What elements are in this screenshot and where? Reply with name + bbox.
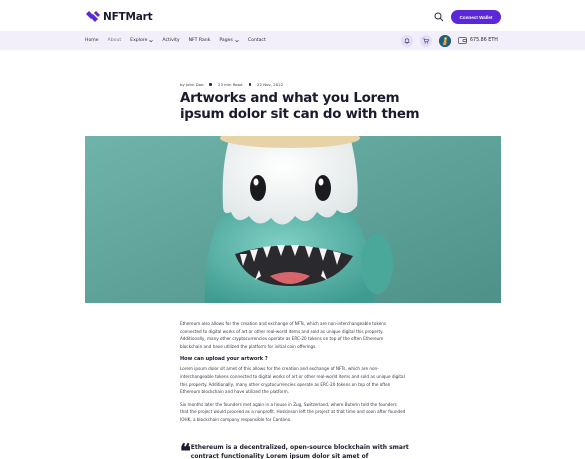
main-nav: Home About Explore Activity NFT Rank Pag… xyxy=(0,31,585,50)
nav-item-nft-rank[interactable]: NFT Rank xyxy=(189,38,211,43)
nav-label: About xyxy=(107,38,122,43)
nav-item-activity[interactable]: Activity xyxy=(162,38,179,43)
logo-icon xyxy=(86,11,100,22)
brand-name: NFTMart xyxy=(103,10,153,23)
wallet-icon xyxy=(458,37,467,44)
avatar-image xyxy=(439,34,451,47)
nav-label: Contact xyxy=(247,38,266,43)
article-title: Artworks and what you Lorem ipsum dolor … xyxy=(180,91,420,122)
nav-item-about[interactable]: About xyxy=(108,38,122,43)
publish-date: 22 Nov, 2022 xyxy=(257,82,284,87)
avatar[interactable] xyxy=(439,34,451,47)
hero-image xyxy=(85,136,501,303)
connect-wallet-button[interactable]: Connect Wallet xyxy=(451,10,501,24)
article-meta: by John Doe 23 min Read 22 Nov, 2022 xyxy=(180,82,283,87)
cart-button[interactable] xyxy=(420,34,432,47)
read-time: 23 min Read xyxy=(217,82,243,87)
nav-label: Home xyxy=(85,38,99,43)
author-name[interactable]: by John Doe xyxy=(180,82,203,87)
article-paragraph: Six months later the founders met again … xyxy=(180,401,406,422)
quote-icon: ❝ xyxy=(180,439,191,459)
blockquote: ❝ Ethereum is a decentralized, open-sour… xyxy=(180,439,410,459)
balance-value: 675.86 ETH xyxy=(470,38,498,43)
article-body: Ethereum also allows for the creation an… xyxy=(180,320,406,424)
nav-label: Pages xyxy=(219,38,233,43)
nav-label: Explore xyxy=(130,38,148,43)
cart-icon xyxy=(423,38,429,43)
quote-text: Ethereum is a decentralized, open-source… xyxy=(190,444,409,459)
meta-separator xyxy=(248,83,252,86)
hero-illustration xyxy=(85,136,501,303)
nav-item-pages[interactable]: Pages xyxy=(219,38,239,43)
article-paragraph: Ethereum also allows for the creation an… xyxy=(180,321,387,349)
search-icon[interactable] xyxy=(434,12,444,22)
notifications-button[interactable] xyxy=(401,34,413,47)
nav-item-explore[interactable]: Explore xyxy=(130,38,154,43)
nav-item-home[interactable]: Home xyxy=(85,38,99,43)
nav-item-contact[interactable]: Contact xyxy=(248,38,266,43)
article-paragraph: Lorem ipsum dolor sit amet of this allow… xyxy=(180,366,405,395)
brand-logo[interactable]: NFTMart xyxy=(86,10,153,23)
chevron-down-icon xyxy=(235,39,239,42)
top-header: NFTMart Connect Wallet xyxy=(0,0,585,31)
chevron-down-icon xyxy=(149,39,154,42)
bell-icon xyxy=(404,38,410,44)
section-heading: How can upload your artwork ? xyxy=(180,356,268,363)
wallet-balance[interactable]: 675.86 ETH xyxy=(458,37,498,44)
nav-label: Activity xyxy=(162,38,180,43)
nav-label: NFT Rank xyxy=(188,38,211,43)
meta-separator xyxy=(209,83,212,86)
